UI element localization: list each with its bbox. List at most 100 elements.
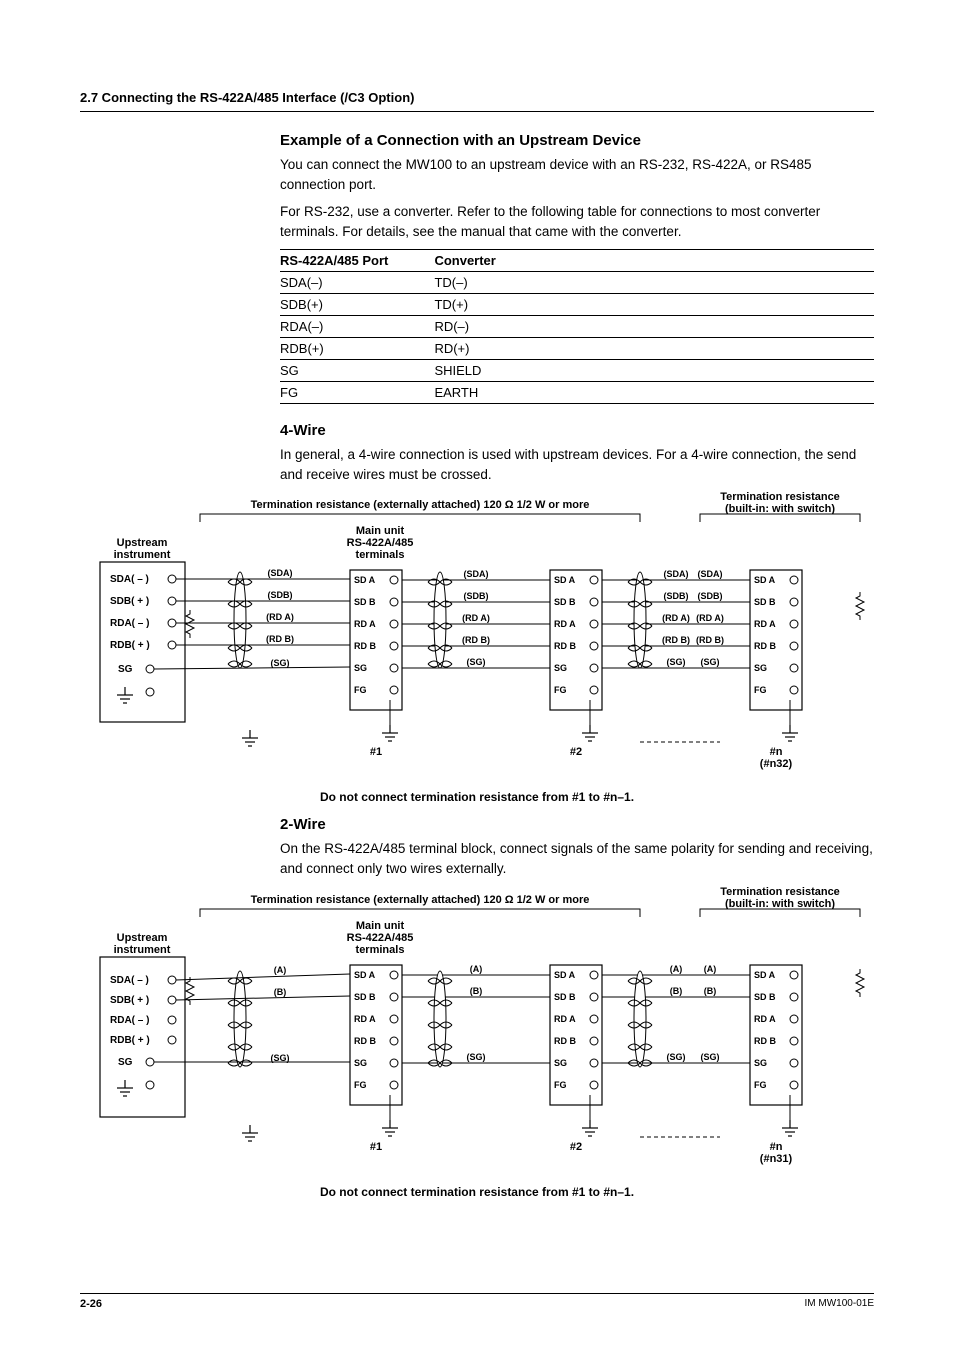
table-row: RDB(+)RD(+) — [280, 338, 874, 360]
svg-text:RD B: RD B — [754, 1036, 776, 1046]
svg-text:(SG): (SG) — [467, 1052, 486, 1062]
two-wire-heading: 2-Wire — [280, 816, 874, 833]
svg-text:SG: SG — [354, 663, 367, 673]
svg-text:(A): (A) — [704, 964, 717, 974]
svg-text:(A): (A) — [670, 964, 683, 974]
svg-text:SG: SG — [554, 663, 567, 673]
page-footer: 2-26 IM MW100-01E — [80, 1293, 874, 1310]
cell-port: SDB(+) — [280, 294, 434, 316]
svg-text:SG: SG — [118, 1057, 133, 1068]
svg-text:(RD A): (RD A) — [462, 613, 490, 623]
th-port: RS-422A/485 Port — [280, 250, 434, 272]
section-header: 2.7 Connecting the RS-422A/485 Interface… — [80, 90, 874, 105]
svg-text:SD B: SD B — [554, 597, 576, 607]
svg-text:(SG): (SG) — [701, 657, 720, 667]
svg-text:#n(#n32): #n(#n32) — [760, 746, 793, 770]
label-term-int: Termination resistance(built-in: with sw… — [720, 492, 840, 515]
svg-text:Upstreaminstrument: Upstreaminstrument — [114, 932, 171, 956]
svg-text:(RD B): (RD B) — [462, 635, 490, 645]
svg-text:SD B: SD B — [554, 992, 576, 1002]
svg-text:RDB( + ): RDB( + ) — [110, 640, 150, 651]
cell-port: SDA(–) — [280, 272, 434, 294]
table-row: SGSHIELD — [280, 360, 874, 382]
two-wire-diagram: Termination resistance (externally attac… — [80, 887, 874, 1177]
svg-text:#2: #2 — [570, 746, 582, 758]
svg-text:(SDB): (SDB) — [464, 591, 489, 601]
cell-conv: RD(+) — [434, 338, 874, 360]
svg-text:SD A: SD A — [754, 575, 776, 585]
svg-text:SD B: SD B — [754, 992, 776, 1002]
svg-text:FG: FG — [554, 1080, 567, 1090]
svg-text:SG: SG — [754, 663, 767, 673]
svg-text:FG: FG — [554, 685, 567, 695]
svg-text:SDB( + ): SDB( + ) — [110, 995, 149, 1006]
svg-text:(A): (A) — [274, 965, 287, 975]
table-row: FGEARTH — [280, 382, 874, 404]
svg-text:SD B: SD B — [354, 597, 376, 607]
svg-text:(B): (B) — [670, 986, 683, 996]
svg-text:(B): (B) — [704, 986, 717, 996]
svg-text:#1: #1 — [370, 1141, 382, 1153]
cell-port: SG — [280, 360, 434, 382]
svg-text:(RD B): (RD B) — [696, 635, 724, 645]
svg-text:(SG): (SG) — [667, 1052, 686, 1062]
svg-text:(SDB): (SDB) — [698, 591, 723, 601]
cell-port: RDA(–) — [280, 316, 434, 338]
svg-text:SDA( – ): SDA( – ) — [110, 574, 149, 585]
svg-text:SD B: SD B — [754, 597, 776, 607]
svg-text:(RD A): (RD A) — [696, 613, 724, 623]
two-wire-note: Do not connect termination resistance fr… — [80, 1185, 874, 1199]
svg-text:#n(#n31): #n(#n31) — [760, 1141, 793, 1165]
svg-text:SDB( + ): SDB( + ) — [110, 596, 149, 607]
svg-text:RD A: RD A — [554, 1014, 576, 1024]
svg-text:(RD A): (RD A) — [266, 612, 294, 622]
example-p1: You can connect the MW100 to an upstream… — [280, 155, 874, 194]
svg-text:(SDB): (SDB) — [268, 590, 293, 600]
svg-text:FG: FG — [754, 1080, 767, 1090]
svg-text:SG: SG — [354, 1058, 367, 1068]
svg-text:RD A: RD A — [754, 1014, 776, 1024]
svg-text:(RD B): (RD B) — [662, 635, 690, 645]
svg-text:RDB( + ): RDB( + ) — [110, 1035, 150, 1046]
label-term-ext: Termination resistance (externally attac… — [251, 499, 590, 511]
svg-text:SD B: SD B — [354, 992, 376, 1002]
example-p2: For RS-232, use a converter. Refer to th… — [280, 202, 874, 241]
label-main-unit: Main unitRS-422A/485terminals — [347, 525, 414, 561]
doc-id: IM MW100-01E — [805, 1298, 874, 1310]
svg-text:SD A: SD A — [354, 970, 376, 980]
cell-conv: TD(+) — [434, 294, 874, 316]
svg-text:FG: FG — [354, 685, 367, 695]
two-wire-p1: On the RS-422A/485 terminal block, conne… — [280, 839, 874, 878]
svg-text:SG: SG — [554, 1058, 567, 1068]
label-upstream: Upstreaminstrument — [114, 537, 171, 561]
svg-text:(SDA): (SDA) — [268, 568, 293, 578]
cell-port: FG — [280, 382, 434, 404]
svg-text:RD B: RD B — [554, 1036, 576, 1046]
svg-text:SG: SG — [118, 664, 133, 675]
svg-text:#1: #1 — [370, 746, 382, 758]
cell-conv: SHIELD — [434, 360, 874, 382]
four-wire-note: Do not connect termination resistance fr… — [80, 790, 874, 804]
svg-text:SD A: SD A — [754, 970, 776, 980]
svg-text:(RD A): (RD A) — [662, 613, 690, 623]
svg-text:(B): (B) — [470, 986, 483, 996]
horizontal-rule — [80, 111, 874, 112]
four-wire-heading: 4-Wire — [280, 422, 874, 439]
svg-text:(A): (A) — [470, 964, 483, 974]
cell-conv: RD(–) — [434, 316, 874, 338]
cell-port: RDB(+) — [280, 338, 434, 360]
svg-text:(SDA): (SDA) — [664, 569, 689, 579]
svg-text:SD A: SD A — [554, 970, 576, 980]
svg-text:RDA( – ): RDA( – ) — [110, 618, 149, 629]
svg-text:RD A: RD A — [754, 619, 776, 629]
table-row: SDB(+)TD(+) — [280, 294, 874, 316]
svg-text:RD A: RD A — [354, 1014, 376, 1024]
svg-text:RD A: RD A — [554, 619, 576, 629]
svg-text:RD B: RD B — [354, 1036, 376, 1046]
svg-text:SDA( – ): SDA( – ) — [110, 975, 149, 986]
cell-conv: EARTH — [434, 382, 874, 404]
table-row: RDA(–)RD(–) — [280, 316, 874, 338]
svg-text:FG: FG — [754, 685, 767, 695]
svg-text:RD B: RD B — [754, 641, 776, 651]
svg-text:SG: SG — [754, 1058, 767, 1068]
